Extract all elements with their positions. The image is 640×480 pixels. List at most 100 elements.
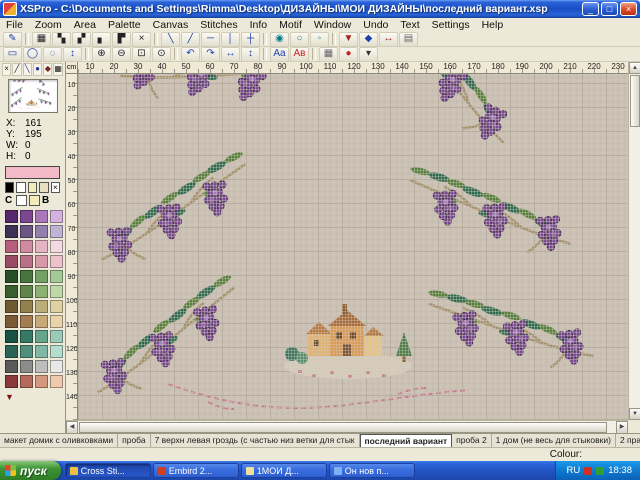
palette-swatch[interactable]: [20, 225, 33, 238]
palette-swatch[interactable]: [35, 285, 48, 298]
menu-area[interactable]: Area: [68, 19, 102, 31]
quick-swatch[interactable]: [5, 182, 14, 193]
color-dropdown-arrow[interactable]: ▾: [359, 47, 378, 62]
maximize-button[interactable]: □: [601, 2, 618, 16]
quarter-stitch-tool[interactable]: ▖: [92, 32, 111, 47]
quick-swatch[interactable]: [28, 182, 37, 193]
swap-colors-tool[interactable]: ↔: [379, 32, 398, 47]
zoom-actual-tool[interactable]: ⊙: [152, 47, 171, 62]
palette-swatch[interactable]: [20, 315, 33, 328]
sheet-tab[interactable]: проба 2: [452, 434, 492, 448]
rotate-right-tool[interactable]: ↷: [201, 47, 220, 62]
palette-swatch[interactable]: [50, 225, 63, 238]
palette-swatch[interactable]: [35, 300, 48, 313]
sheet-tab[interactable]: проба: [118, 434, 150, 448]
palette-swatch[interactable]: [5, 315, 18, 328]
menu-settings[interactable]: Settings: [426, 19, 476, 31]
horizontal-scroll-thumb[interactable]: [79, 422, 607, 433]
c-color-swatch[interactable]: [16, 195, 27, 206]
close-button[interactable]: ×: [620, 2, 637, 16]
palette-swatch[interactable]: [50, 375, 63, 388]
zoom-out-tool[interactable]: ⊖: [112, 47, 131, 62]
scroll-down-icon[interactable]: ▼: [629, 408, 640, 420]
palette-swatch[interactable]: [20, 300, 33, 313]
cross-stitch-tool[interactable]: ×: [132, 32, 151, 47]
sheet-tab[interactable]: макет домик с оливковками: [0, 434, 118, 448]
palette-swatch[interactable]: [35, 210, 48, 223]
text-cyrillic-tool[interactable]: Ав: [290, 47, 309, 62]
cross-view-icon[interactable]: ×: [2, 63, 11, 76]
menu-canvas[interactable]: Canvas: [147, 19, 195, 31]
backstitch-grid-tool[interactable]: ┼: [241, 32, 260, 47]
palette-swatch[interactable]: [35, 255, 48, 268]
vertical-scrollbar[interactable]: ▲ ▼: [628, 62, 640, 420]
palette-swatch[interactable]: [20, 240, 33, 253]
palette-swatch[interactable]: [20, 270, 33, 283]
no-color-swatch[interactable]: ×: [51, 182, 60, 193]
palette-swatch[interactable]: [35, 225, 48, 238]
flood-fill-tool[interactable]: ◆: [359, 32, 378, 47]
palette-swatch[interactable]: [20, 255, 33, 268]
palette-swatch[interactable]: [35, 240, 48, 253]
bead-view-icon[interactable]: ◆: [43, 63, 52, 76]
stitch-canvas[interactable]: [78, 74, 628, 420]
menu-palette[interactable]: Palette: [102, 19, 147, 31]
menu-undo[interactable]: Undo: [357, 19, 394, 31]
taskbar-button[interactable]: 1МОИ Д...: [241, 463, 327, 478]
palette-swatch[interactable]: [50, 285, 63, 298]
palette-swatch[interactable]: [5, 345, 18, 358]
knot-view-icon[interactable]: ●: [33, 63, 42, 76]
grid-toggle[interactable]: ▦: [319, 47, 338, 62]
half-stitch-ne-tool[interactable]: ▚: [52, 32, 71, 47]
palette-swatch[interactable]: [20, 375, 33, 388]
menu-stitches[interactable]: Stitches: [194, 19, 243, 31]
taskbar-button[interactable]: Embird 2...: [153, 463, 239, 478]
minimize-button[interactable]: _: [582, 2, 599, 16]
select-ellipse-tool[interactable]: ◯: [23, 47, 42, 62]
palette-swatch[interactable]: [50, 210, 63, 223]
palette-swatch[interactable]: [20, 330, 33, 343]
palette-swatch[interactable]: [50, 345, 63, 358]
zoom-in-tool[interactable]: ⊕: [92, 47, 111, 62]
palette-swatch[interactable]: [5, 285, 18, 298]
b-color-swatch[interactable]: [29, 195, 40, 206]
palette-swatch[interactable]: [50, 360, 63, 373]
palette-swatch[interactable]: [5, 210, 18, 223]
palette-swatch[interactable]: [5, 255, 18, 268]
palette-swatch[interactable]: [35, 315, 48, 328]
sheet-tab[interactable]: 7 верхн левая гроздь (с частью низ ветки…: [151, 434, 360, 448]
palette-swatch[interactable]: [20, 360, 33, 373]
flip-vertical-tool[interactable]: ↕: [241, 47, 260, 62]
menu-window[interactable]: Window: [308, 19, 357, 31]
half-stitch-nw-tool[interactable]: ▞: [72, 32, 91, 47]
palette-swatch[interactable]: [35, 270, 48, 283]
vertical-scroll-thumb[interactable]: [630, 75, 640, 127]
palette-swatch[interactable]: [20, 285, 33, 298]
backstitch-h-tool[interactable]: ─: [201, 32, 220, 47]
menu-text[interactable]: Text: [394, 19, 425, 31]
pencil-tool[interactable]: ✎: [3, 32, 22, 47]
palette-swatch[interactable]: [5, 330, 18, 343]
palette-swatch[interactable]: [50, 270, 63, 283]
tray-icon-1[interactable]: [584, 467, 592, 475]
taskbar-button[interactable]: Он нов п...: [329, 463, 415, 478]
palette-swatch[interactable]: [50, 330, 63, 343]
scroll-up-icon[interactable]: ▲: [629, 62, 640, 74]
palette-scroll-down-icon[interactable]: ▼: [0, 391, 65, 402]
menu-zoom[interactable]: Zoom: [29, 19, 68, 31]
move-selection-tool[interactable]: ↕: [63, 47, 82, 62]
palette-view-tool[interactable]: ▤: [399, 32, 418, 47]
full-stitch-tool[interactable]: ▦: [32, 32, 51, 47]
backstitch-nw-tool[interactable]: ╲: [161, 32, 180, 47]
palette-swatch[interactable]: [35, 345, 48, 358]
palette-swatch[interactable]: [5, 360, 18, 373]
horizontal-scrollbar[interactable]: ◀ ▶: [66, 420, 628, 433]
palette-swatch[interactable]: [35, 330, 48, 343]
sheet-tab[interactable]: 1 дом (не весь для стыковки): [492, 434, 616, 448]
lasso-tool[interactable]: ◌: [43, 47, 62, 62]
sheet-tab[interactable]: 2 правая ниж гр.: [616, 434, 640, 448]
menu-info[interactable]: Info: [244, 19, 274, 31]
palette-swatch[interactable]: [5, 270, 18, 283]
language-indicator[interactable]: RU: [566, 465, 580, 476]
rotate-left-tool[interactable]: ↶: [181, 47, 200, 62]
